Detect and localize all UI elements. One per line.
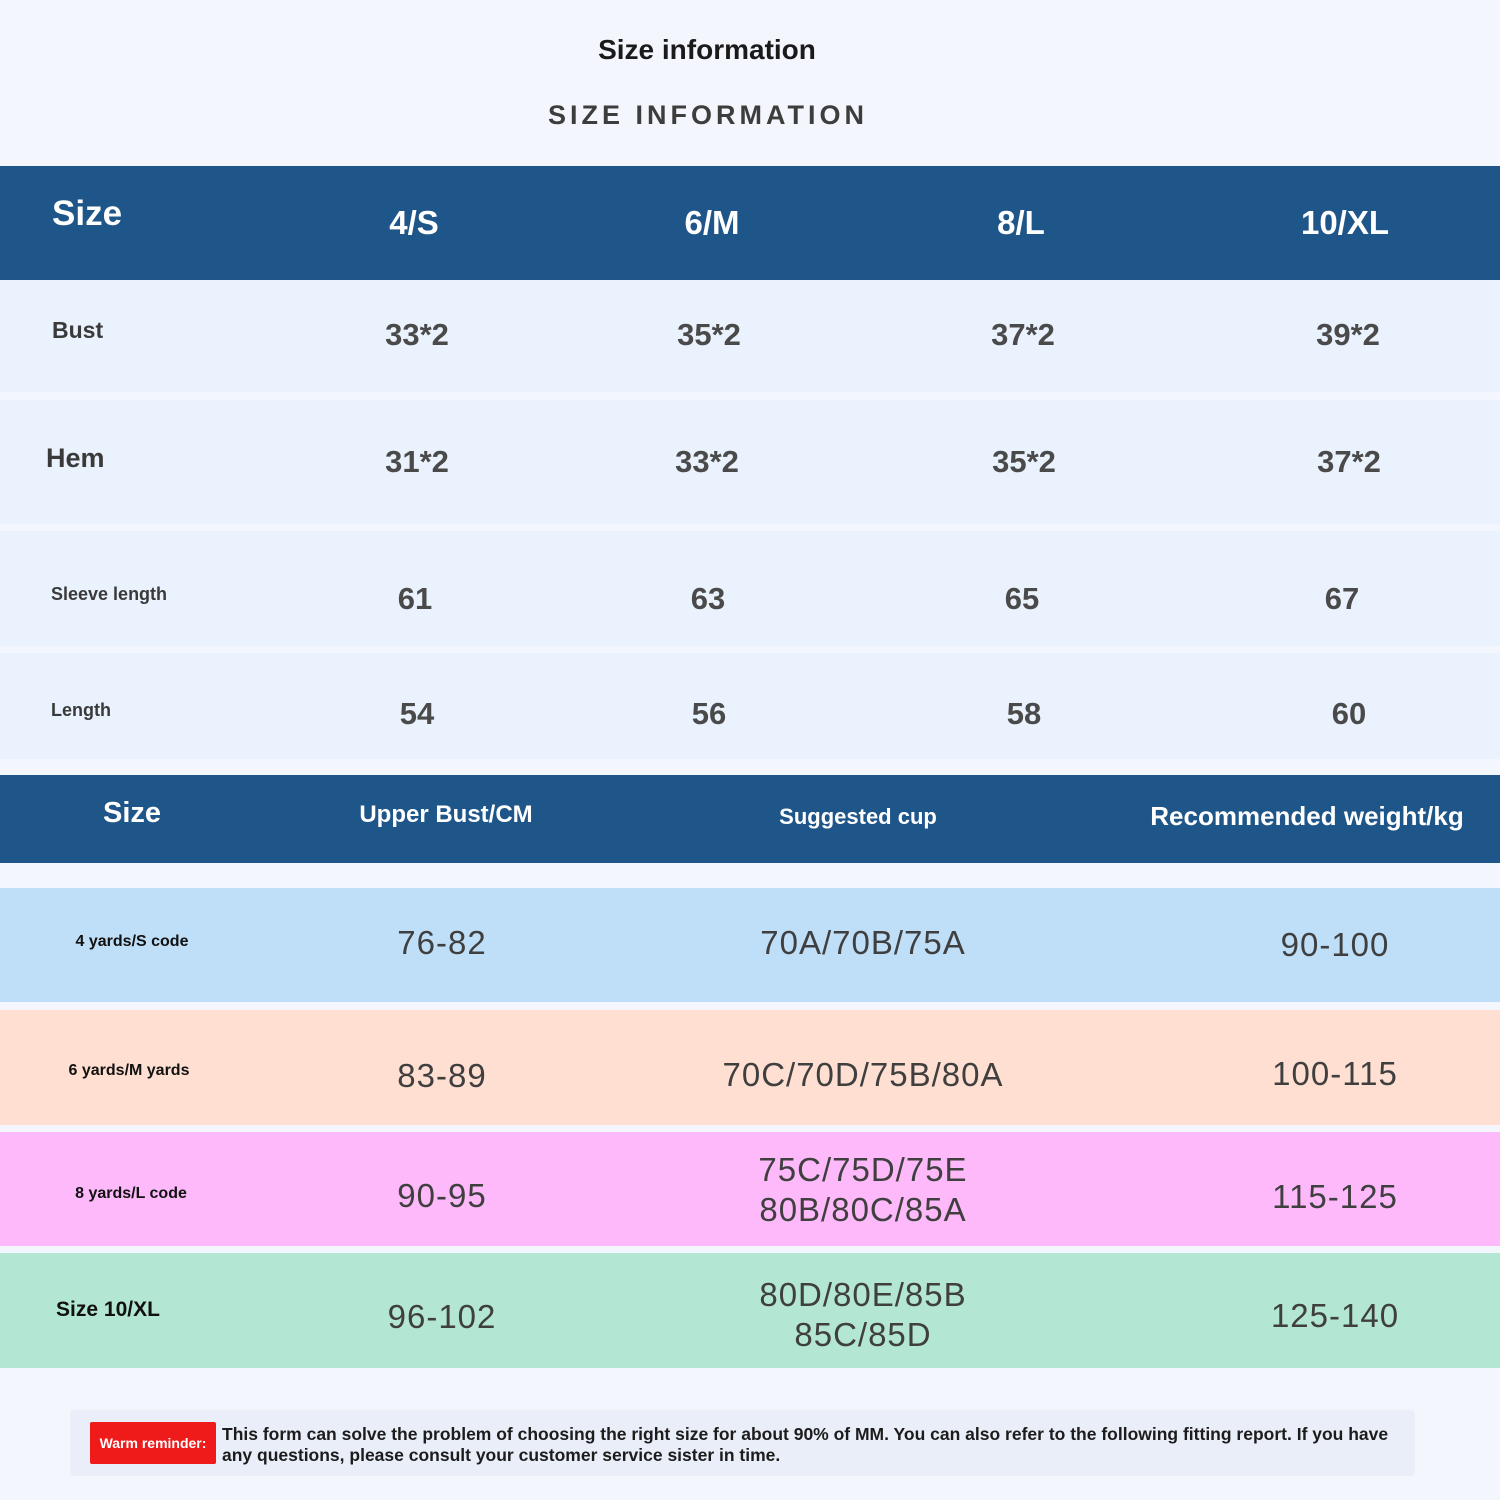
rec-header-weight: Recommended weight/kg — [1150, 801, 1464, 831]
row-label-bust: Bust — [52, 317, 104, 343]
rec-row-m: 6 yards/M yards 83-89 70C/70D/75B/80A 10… — [0, 1010, 1500, 1125]
cell-length-m: 56 — [691, 696, 727, 731]
rec-cup-xl: 80D/80E/85B 85C/85D — [759, 1275, 966, 1355]
rec-cup-l-line2: 80B/80C/85A — [759, 1191, 967, 1228]
rec-label-xl: Size 10/XL — [56, 1298, 160, 1321]
cell-length-l: 58 — [1006, 696, 1042, 731]
rec-bust-s: 76-82 — [397, 924, 487, 961]
measure-row-hem: Hem 31*2 33*2 35*2 37*2 — [0, 400, 1500, 524]
cell-hem-m: 33*2 — [675, 444, 739, 479]
recommendation-header: Size Upper Bust/CM Suggested cup Recomme… — [0, 775, 1500, 863]
cell-sleeve-m: 63 — [690, 581, 726, 616]
measure-row-length: Length 54 56 58 60 — [0, 653, 1500, 759]
rec-row-s: 4 yards/S code 76-82 70A/70B/75A 90-100 — [0, 888, 1500, 1002]
rec-header-cup: Suggested cup — [779, 804, 937, 829]
header-size-s: 4/S — [389, 204, 439, 241]
cell-bust-m: 35*2 — [677, 317, 741, 352]
header-size-m: 6/M — [684, 204, 740, 241]
cell-bust-l: 37*2 — [991, 317, 1055, 352]
header-size-label: Size — [52, 194, 123, 233]
cell-bust-xl: 39*2 — [1316, 317, 1380, 352]
warm-reminder-badge: Warm reminder: — [90, 1422, 216, 1464]
measure-row-bust: Bust 33*2 35*2 37*2 39*2 — [0, 280, 1500, 392]
rec-cup-s-line1: 70A/70B/75A — [760, 924, 966, 961]
rec-label-l: 8 yards/L code — [75, 1185, 187, 1202]
row-label-hem: Hem — [46, 443, 105, 473]
cell-length-xl: 60 — [1331, 696, 1367, 731]
page-subtitle: SIZE INFORMATION — [548, 100, 868, 130]
rec-row-xl: Size 10/XL 96-102 80D/80E/85B 85C/85D 12… — [0, 1253, 1500, 1368]
rec-weight-xl: 125-140 — [1270, 1297, 1400, 1334]
rec-cup-l-line1: 75C/75D/75E — [758, 1151, 968, 1188]
rec-header-size: Size — [102, 797, 162, 829]
rec-weight-l: 115-125 — [1272, 1178, 1398, 1215]
rec-row-l: 8 yards/L code 90-95 75C/75D/75E 80B/80C… — [0, 1132, 1500, 1246]
rec-weight-m: 100-115 — [1272, 1055, 1398, 1092]
cell-hem-l: 35*2 — [992, 444, 1056, 479]
rec-cup-m-line1: 70C/70D/75B/80A — [722, 1056, 1004, 1093]
rec-bust-l: 90-95 — [397, 1177, 487, 1214]
measurement-header: Size 4/S 6/M 8/L 10/XL — [0, 166, 1500, 280]
rec-cup-s: 70A/70B/75A — [760, 923, 966, 963]
page-title: Size information — [598, 34, 816, 65]
warm-reminder-text: This form can solve the problem of choos… — [222, 1424, 1389, 1465]
cell-hem-s: 31*2 — [385, 444, 449, 479]
rec-label-m: 6 yards/M yards — [68, 1062, 190, 1079]
rec-cup-xl-line1: 80D/80E/85B — [759, 1276, 967, 1313]
rec-cup-m: 70C/70D/75B/80A — [722, 1055, 1003, 1095]
rec-weight-s: 90-100 — [1280, 926, 1390, 963]
warm-reminder-notice: Warm reminder: This form can solve the p… — [70, 1410, 1415, 1476]
rec-cup-xl-line2: 85C/85D — [794, 1316, 932, 1353]
cell-bust-s: 33*2 — [385, 317, 449, 352]
cell-sleeve-l: 65 — [1004, 581, 1040, 616]
rec-header-bust: Upper Bust/CM — [359, 801, 533, 828]
row-label-length: Length — [51, 700, 111, 720]
header-size-xl: 10/XL — [1300, 204, 1390, 241]
cell-sleeve-s: 61 — [397, 581, 433, 616]
rec-label-s: 4 yards/S code — [75, 933, 189, 950]
measure-row-sleeve: Sleeve length 61 63 65 67 — [0, 531, 1500, 646]
rec-cup-l: 75C/75D/75E 80B/80C/85A — [758, 1150, 967, 1230]
header-size-l: 8/L — [997, 204, 1045, 241]
cell-hem-xl: 37*2 — [1317, 444, 1381, 479]
rec-bust-xl: 96-102 — [387, 1298, 497, 1335]
rec-bust-m: 83-89 — [397, 1057, 487, 1094]
row-label-sleeve: Sleeve length — [51, 584, 168, 604]
cell-sleeve-xl: 67 — [1324, 581, 1360, 616]
cell-length-s: 54 — [399, 696, 435, 731]
